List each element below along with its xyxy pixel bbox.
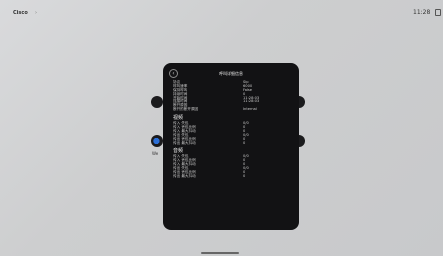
screen: Cisco › 11:28 We ‹ 呼叫详细信息 协议 Sip 呼叫速率 6000 保… bbox=[0, 0, 443, 256]
detail-row: 断开的断开原因 Internal bbox=[173, 107, 293, 112]
detail-row: 传出 最大抖动 0 bbox=[173, 140, 293, 146]
details-list: 协议 Sip 呼叫速率 6000 保持呼叫 False 持续时间 0 开始时间 11:28:03 连… bbox=[173, 80, 293, 179]
general-section: 协议 Sip 呼叫速率 6000 保持呼叫 False 持续时间 0 开始时间 11:28:03 连… bbox=[173, 80, 293, 112]
video-section: 传入 失包 0/0 传入 丢包比例 0 传入 最大抖动 0 传出 失包 0/0 传出 丢包比例 0… bbox=[173, 121, 293, 146]
call-details-panel: ‹ 呼叫详细信息 协议 Sip 呼叫速率 6000 保持呼叫 False 持续时间 0 开始时间… bbox=[163, 63, 299, 230]
audio-section-title: 音频 bbox=[173, 148, 184, 155]
detail-key: 断开的断开原因 bbox=[173, 107, 199, 112]
panel-title: 呼叫详细信息 bbox=[219, 71, 243, 76]
detail-row: 传出 最大抖动 0 bbox=[173, 173, 293, 179]
tile-top-left[interactable] bbox=[151, 96, 163, 108]
detail-value: 0 bbox=[243, 140, 246, 145]
detail-key: 传出 最大抖动 bbox=[173, 173, 196, 178]
tile-webex[interactable] bbox=[151, 135, 163, 147]
detail-value: Internal bbox=[243, 107, 257, 112]
window-icon[interactable] bbox=[435, 9, 441, 16]
video-section-title: 视频 bbox=[173, 115, 184, 122]
detail-value: 0 bbox=[243, 173, 246, 178]
home-indicator[interactable] bbox=[201, 252, 239, 254]
audio-section: 传入 失包 0/0 传入 丢包比例 0 传入 最大抖动 0 传出 失包 0/0 传出 丢包比例 0… bbox=[173, 155, 293, 178]
detail-key: 传出 最大抖动 bbox=[173, 140, 196, 145]
tile-webex-label: We bbox=[152, 151, 159, 156]
